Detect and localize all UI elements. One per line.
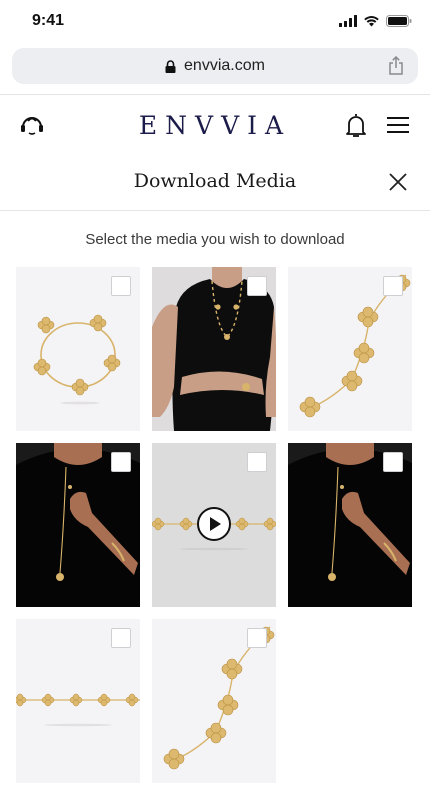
- modal-title: Download Media: [133, 170, 297, 192]
- media-tile[interactable]: [16, 619, 140, 783]
- select-checkbox[interactable]: [111, 276, 131, 296]
- status-icons: [339, 15, 412, 27]
- bell-icon[interactable]: [346, 113, 366, 139]
- select-checkbox[interactable]: [111, 628, 131, 648]
- lock-icon: [165, 59, 176, 73]
- signal-icon: [339, 15, 357, 27]
- media-tile[interactable]: [16, 267, 140, 431]
- close-icon[interactable]: [388, 172, 408, 192]
- select-checkbox[interactable]: [247, 452, 267, 472]
- share-icon[interactable]: [388, 56, 404, 76]
- play-icon[interactable]: [196, 506, 232, 542]
- select-checkbox[interactable]: [383, 276, 403, 296]
- media-tile[interactable]: [152, 619, 276, 783]
- url-text: envvia.com: [184, 57, 265, 74]
- media-tile[interactable]: [152, 267, 276, 431]
- select-checkbox[interactable]: [247, 628, 267, 648]
- select-checkbox[interactable]: [383, 452, 403, 472]
- select-checkbox[interactable]: [247, 276, 267, 296]
- media-tile-video[interactable]: [152, 443, 276, 607]
- media-tile[interactable]: [288, 267, 412, 431]
- menu-icon[interactable]: [387, 116, 409, 134]
- status-time: 9:41: [32, 12, 65, 29]
- modal-header: Download Media: [0, 160, 430, 210]
- url-bar[interactable]: envvia.com: [12, 48, 418, 84]
- wifi-icon: [364, 16, 379, 27]
- select-checkbox[interactable]: [111, 452, 131, 472]
- site-header: ENVVIA: [0, 95, 430, 157]
- status-bar: 9:41: [0, 0, 430, 44]
- instruction-text: Select the media you wish to download: [85, 231, 345, 248]
- media-tile[interactable]: [16, 443, 140, 607]
- modal-divider: [0, 210, 430, 211]
- media-tile[interactable]: [288, 443, 412, 607]
- battery-icon: [386, 15, 412, 27]
